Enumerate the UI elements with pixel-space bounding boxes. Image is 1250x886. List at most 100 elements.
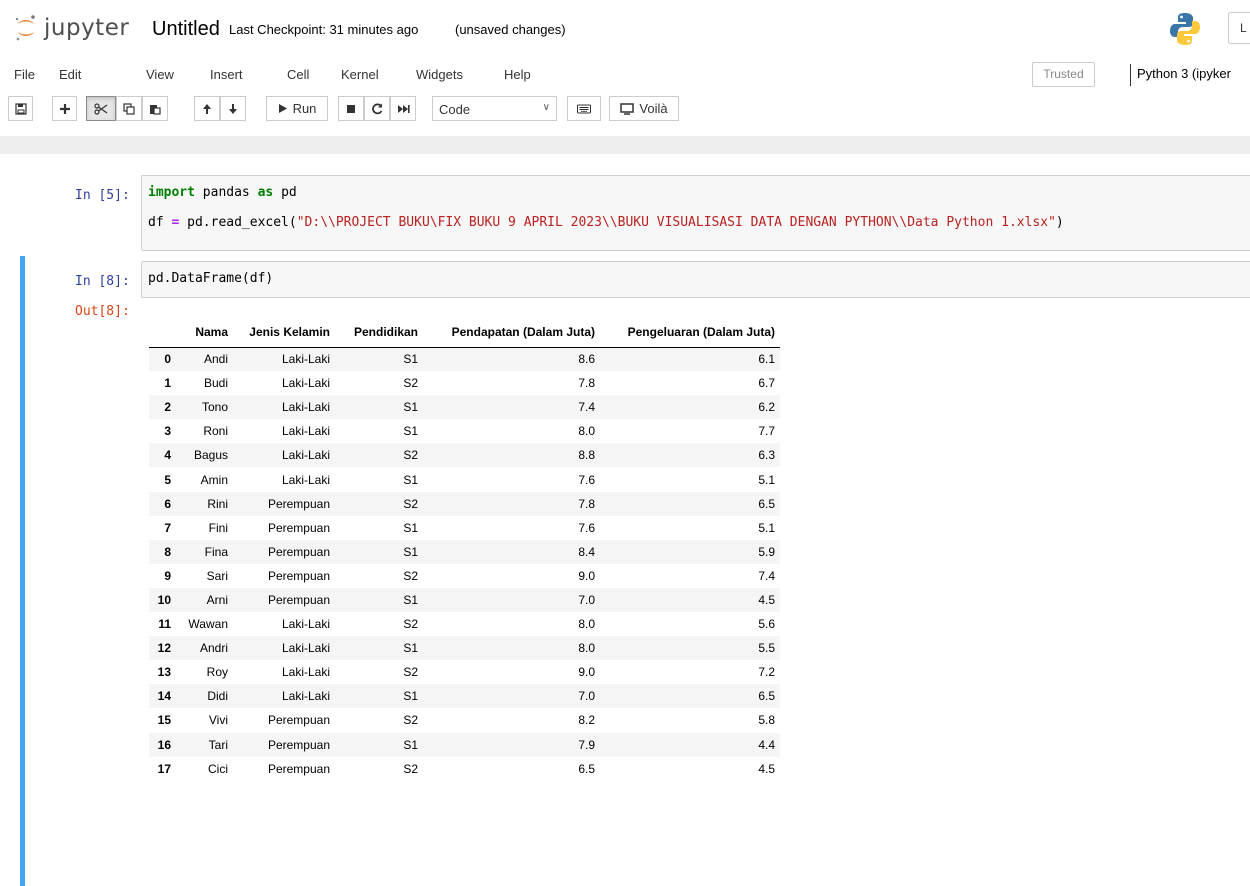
table-cell: S1 xyxy=(403,400,418,415)
menu-help[interactable]: Help xyxy=(504,67,531,82)
menu-file[interactable]: File xyxy=(14,67,35,82)
interrupt-button[interactable] xyxy=(338,96,364,121)
table-cell: 7.2 xyxy=(758,665,775,680)
table-cell: Roni xyxy=(203,424,228,439)
paste-button[interactable] xyxy=(142,96,168,121)
cut-button[interactable] xyxy=(86,96,116,121)
cell-1-input[interactable]: import pandas as pd df = pd.read_excel("… xyxy=(141,175,1250,251)
table-cell: S1 xyxy=(403,689,418,704)
move-down-button[interactable] xyxy=(220,96,246,121)
code-string: "D:\\PROJECT BUKU\FIX BUKU 9 APRIL 2023\… xyxy=(296,215,1056,230)
notebook-divider xyxy=(0,136,1250,154)
column-header: Jenis Kelamin xyxy=(233,317,335,348)
table-body: 0 Andi Laki-Laki S1 8.6 6.1 1 Budi Laki-Laki S2 7.… xyxy=(149,347,780,781)
table-cell: 6.3 xyxy=(758,448,775,463)
table-cell: Bagus xyxy=(193,448,228,463)
table-cell: S2 xyxy=(403,713,418,728)
table-cell: 5.6 xyxy=(758,617,775,632)
table-row: 14 Didi Laki-Laki S1 7.0 6.5 xyxy=(149,684,780,709)
row-index: 7 xyxy=(164,520,171,535)
table-cell: S2 xyxy=(403,617,418,632)
kernel-indicator[interactable]: Python 3 (ipyker xyxy=(1130,64,1231,86)
save-button[interactable] xyxy=(8,96,33,121)
selected-cell-indicator xyxy=(20,256,25,886)
table-cell: 7.8 xyxy=(578,376,595,391)
row-index: 14 xyxy=(157,689,171,704)
table-cell: Laki-Laki xyxy=(281,424,330,439)
menu-kernel[interactable]: Kernel xyxy=(341,67,379,82)
table-cell: Perempuan xyxy=(267,737,330,752)
table-row: 1 Budi Laki-Laki S2 7.8 6.7 xyxy=(149,371,780,395)
code-text: ) xyxy=(1055,215,1064,230)
table-cell: Amin xyxy=(200,472,228,487)
table-cell: 8.2 xyxy=(578,713,595,728)
row-index: 6 xyxy=(164,496,171,511)
restart-button[interactable] xyxy=(364,96,390,121)
code-text: pd.DataFrame(df) xyxy=(148,271,274,286)
table-cell: Perempuan xyxy=(267,544,330,559)
table-row: 5 Amin Laki-Laki S1 7.6 5.1 xyxy=(149,467,780,491)
cell-2-input[interactable]: pd.DataFrame(df) xyxy=(141,261,1250,298)
menu-edit[interactable]: Edit xyxy=(59,67,81,82)
table-cell: 6.5 xyxy=(578,761,595,776)
move-up-button[interactable] xyxy=(194,96,220,121)
cell-type-select[interactable]: Code ∨ xyxy=(432,96,557,121)
voila-button[interactable]: Voilà xyxy=(609,96,679,121)
table-cell: Perempuan xyxy=(267,592,330,607)
copy-button[interactable] xyxy=(116,96,142,121)
table-cell: Tono xyxy=(201,400,228,415)
table-cell: Laki-Laki xyxy=(281,352,330,367)
keyboard-icon xyxy=(577,104,591,113)
dataframe-output: Nama Jenis Kelamin Pendidikan Pendapatan… xyxy=(149,317,780,781)
table-cell: Laki-Laki xyxy=(281,376,330,391)
table-row: 9 Sari Perempuan S2 9.0 7.4 xyxy=(149,564,780,588)
table-cell: 5.1 xyxy=(758,472,775,487)
table-cell: 5.5 xyxy=(758,641,775,656)
table-cell: 6.2 xyxy=(758,400,775,415)
table-row: 0 Andi Laki-Laki S1 8.6 6.1 xyxy=(149,347,780,372)
jupyter-logo[interactable]: jupyter xyxy=(14,10,129,46)
row-index: 5 xyxy=(164,472,171,487)
table-cell: Laki-Laki xyxy=(281,665,330,680)
table-row: 15 Vivi Perempuan S2 8.2 5.8 xyxy=(149,708,780,732)
table-cell: Wawan xyxy=(188,617,228,632)
run-button[interactable]: Run xyxy=(266,96,328,121)
voila-button-label: Voilà xyxy=(639,101,668,116)
table-cell: S1 xyxy=(403,641,418,656)
notebook-name[interactable]: Untitled xyxy=(152,18,220,41)
row-index: 11 xyxy=(158,617,171,632)
table-cell: Perempuan xyxy=(267,568,330,583)
menu-view[interactable]: View xyxy=(146,67,174,82)
restart-run-all-button[interactable] xyxy=(390,96,416,121)
row-index: 17 xyxy=(157,761,171,776)
table-cell: Laki-Laki xyxy=(281,400,330,415)
table-cell: Perempuan xyxy=(267,713,330,728)
table-cell: 5.8 xyxy=(758,713,775,728)
trusted-indicator[interactable]: Trusted xyxy=(1032,62,1095,87)
menu-widgets[interactable]: Widgets xyxy=(416,67,463,82)
table-row: 12 Andri Laki-Laki S1 8.0 5.5 xyxy=(149,636,780,661)
table-cell: 7.0 xyxy=(578,689,595,704)
column-header: Pengeluaran (Dalam Juta) xyxy=(600,317,780,348)
table-cell: Didi xyxy=(207,689,228,704)
copy-icon xyxy=(123,102,135,115)
insert-cell-button[interactable] xyxy=(52,96,77,121)
menubar: File Edit View Insert Cell Kernel Widget… xyxy=(0,58,1250,92)
table-cell: S2 xyxy=(403,376,418,391)
code-keyword: import xyxy=(148,185,195,200)
table-row: 10 Arni Perempuan S1 7.0 4.5 xyxy=(149,587,780,613)
table-cell: 4.4 xyxy=(758,737,775,752)
logout-button[interactable]: L xyxy=(1228,12,1250,44)
table-cell: Sari xyxy=(206,568,228,583)
table-cell: 7.7 xyxy=(758,424,775,439)
scissors-icon xyxy=(94,102,108,115)
table-cell: 4.5 xyxy=(758,761,775,776)
command-palette-button[interactable] xyxy=(567,96,601,121)
table-cell: 7.4 xyxy=(758,568,775,583)
table-cell: 7.4 xyxy=(578,400,595,415)
table-row: 8 Fina Perempuan S1 8.4 5.9 xyxy=(149,539,780,564)
table-cell: S2 xyxy=(403,448,418,463)
table-cell: Arni xyxy=(206,592,228,607)
menu-insert[interactable]: Insert xyxy=(210,67,243,82)
menu-cell[interactable]: Cell xyxy=(287,67,309,82)
